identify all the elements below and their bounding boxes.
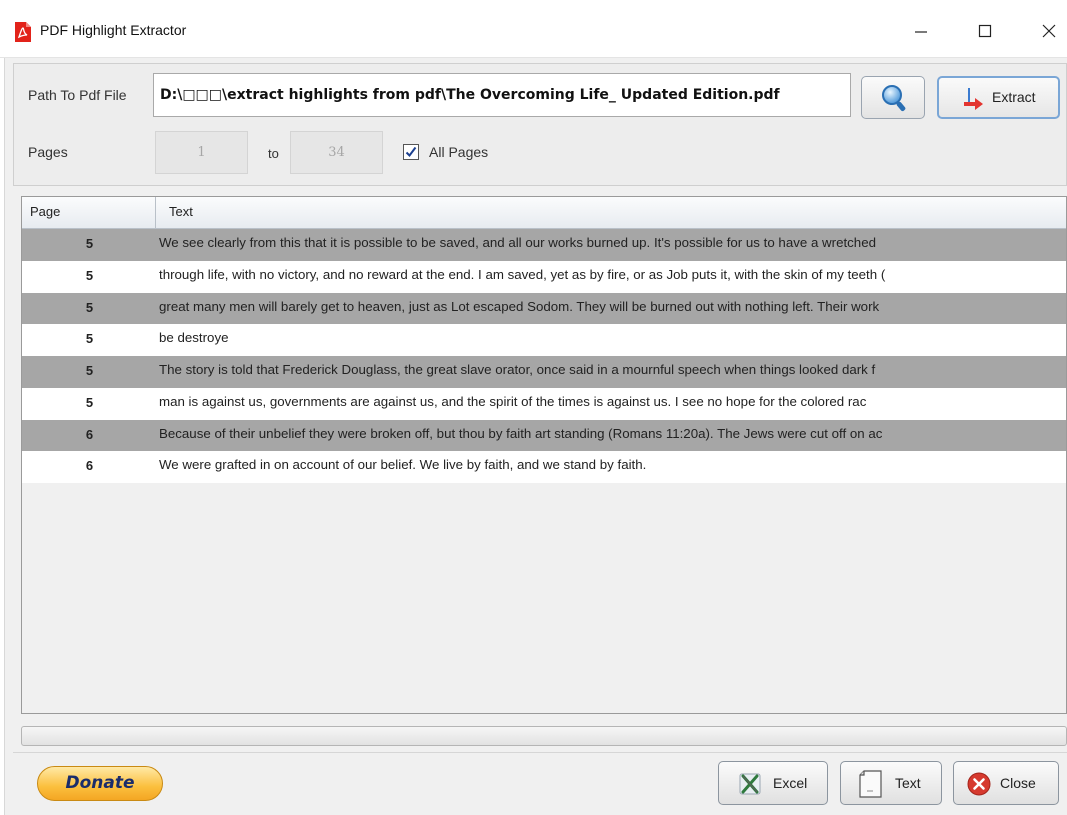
row-page: 5 bbox=[85, 394, 94, 410]
table-body: 5 We see clearly from this that it is po… bbox=[22, 229, 1066, 483]
row-page: 5 bbox=[85, 363, 94, 378]
extract-button[interactable]: Extract bbox=[937, 76, 1060, 119]
excel-label: Excel bbox=[773, 775, 808, 791]
table-header: Page Text bbox=[22, 197, 1066, 229]
text-export-button[interactable]: Text bbox=[840, 761, 942, 805]
magnifier-icon bbox=[882, 84, 906, 111]
table-row[interactable]: 5 The story is told that Frederick Dougl… bbox=[22, 356, 1066, 388]
table-row[interactable]: 5 man is against us, governments are aga… bbox=[22, 387, 1066, 420]
donate-button[interactable]: Donate bbox=[37, 766, 163, 801]
maximize-icon bbox=[978, 24, 992, 38]
excel-icon bbox=[739, 773, 761, 795]
column-header-text[interactable]: Text bbox=[157, 197, 1066, 229]
row-text: man is against us, governments are again… bbox=[159, 393, 867, 409]
column-header-page[interactable]: Page bbox=[22, 197, 156, 229]
path-label: Path To Pdf File bbox=[28, 87, 127, 103]
row-page: 6 bbox=[85, 458, 94, 474]
row-page: 5 bbox=[85, 299, 94, 315]
table-row[interactable]: 6 We were grafted in on account of our b… bbox=[22, 451, 1066, 483]
extract-label: Extract bbox=[992, 89, 1036, 105]
all-pages-checkbox[interactable] bbox=[403, 144, 419, 160]
table-row[interactable]: 5 through life, with no victory, and no … bbox=[22, 260, 1066, 293]
row-page: 5 bbox=[85, 267, 94, 283]
divider bbox=[13, 752, 1067, 753]
page-from-field[interactable]: 1 bbox=[155, 131, 248, 174]
row-text: We see clearly from this that it is poss… bbox=[159, 235, 876, 250]
close-button[interactable]: Close bbox=[953, 761, 1059, 805]
row-text: Because of their unbelief they were brok… bbox=[159, 425, 883, 441]
highlights-table: Page Text 5 We see clearly from this tha… bbox=[21, 196, 1067, 714]
row-text: The story is told that Frederick Douglas… bbox=[159, 362, 876, 377]
pdf-path-field[interactable]: D:\□□□\extract highlights from pdf\The O… bbox=[153, 73, 851, 117]
row-page: 5 bbox=[85, 331, 94, 347]
to-label: to bbox=[268, 146, 279, 161]
table-row[interactable]: 5 be destroye bbox=[22, 324, 1066, 356]
table-row[interactable]: 6 Because of their unbelief they were br… bbox=[22, 419, 1066, 452]
text-file-icon bbox=[859, 770, 882, 798]
close-icon bbox=[1042, 24, 1056, 38]
row-text: great many men will barely get to heaven… bbox=[159, 298, 880, 314]
minimize-button[interactable] bbox=[898, 14, 944, 48]
close-red-icon bbox=[967, 772, 991, 796]
window-title: PDF Highlight Extractor bbox=[40, 22, 187, 38]
pages-label: Pages bbox=[28, 144, 68, 160]
extract-arrow-icon bbox=[964, 88, 983, 110]
minimize-icon bbox=[915, 31, 927, 33]
row-text: through life, with no victory, and no re… bbox=[159, 266, 886, 282]
table-row[interactable]: 5 We see clearly from this that it is po… bbox=[22, 229, 1066, 261]
row-page: 6 bbox=[85, 426, 94, 442]
progress-bar bbox=[21, 726, 1067, 746]
pdf-icon bbox=[14, 22, 32, 42]
table-row[interactable]: 5 great many men will barely get to heav… bbox=[22, 292, 1066, 325]
all-pages-label[interactable]: All Pages bbox=[429, 144, 488, 160]
page-to-field[interactable]: 34 bbox=[290, 131, 383, 174]
row-text: be destroye bbox=[159, 330, 229, 346]
checkmark-icon bbox=[405, 146, 417, 158]
row-text: We were grafted in on account of our bel… bbox=[159, 457, 647, 473]
maximize-button[interactable] bbox=[962, 14, 1008, 48]
row-page: 5 bbox=[85, 236, 94, 251]
close-label: Close bbox=[1000, 775, 1036, 791]
title-bar: PDF Highlight Extractor bbox=[0, 0, 1067, 58]
text-label: Text bbox=[895, 775, 921, 791]
excel-export-button[interactable]: Excel bbox=[718, 761, 828, 805]
browse-button[interactable] bbox=[861, 76, 925, 119]
close-window-button[interactable] bbox=[1026, 14, 1067, 48]
